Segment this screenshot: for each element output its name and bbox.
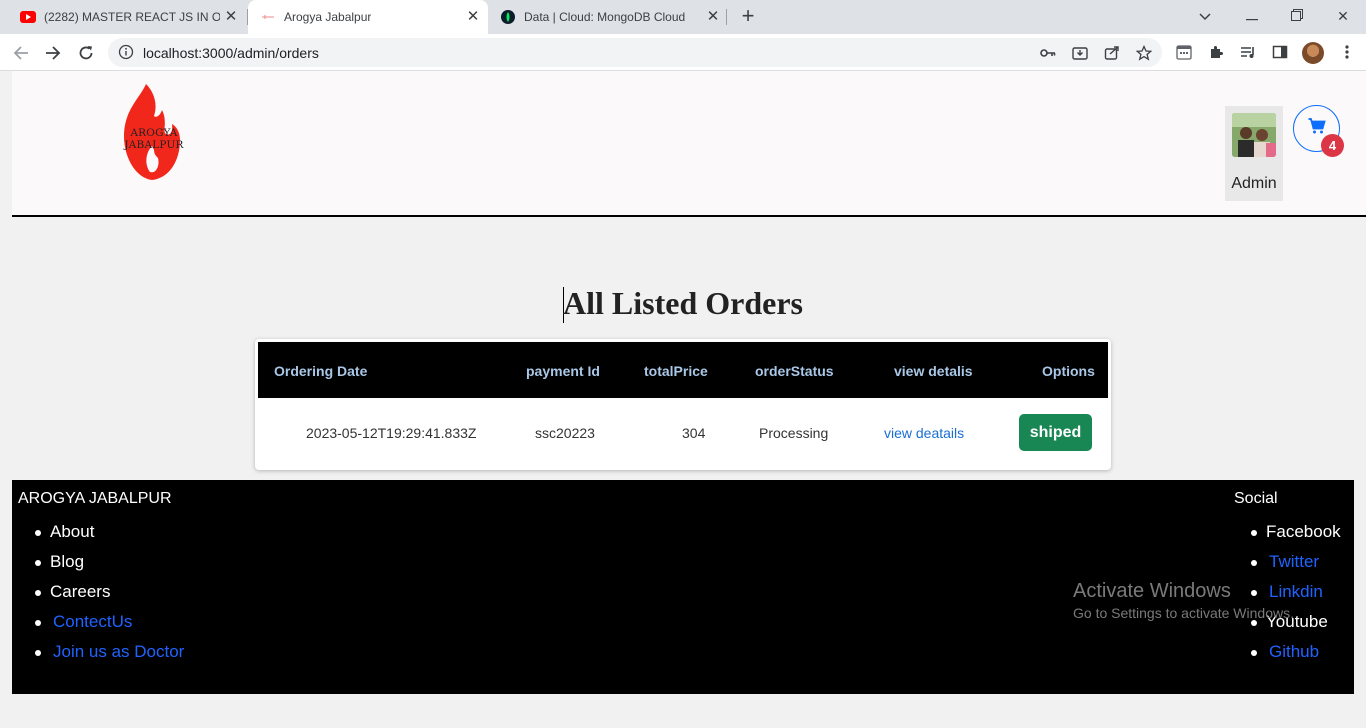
close-window-button[interactable]: ✕ <box>1331 4 1355 28</box>
order-date-cell: 2023-05-12T19:29:41.833Z <box>306 425 477 441</box>
table-header: Ordering Date payment Id totalPrice orde… <box>258 342 1108 398</box>
tab-strip: (2282) MASTER REACT JS IN ONE ✕ Arogya J… <box>0 0 1366 34</box>
social-link-twitter[interactable]: Twitter <box>1228 550 1341 580</box>
bookmark-star-icon[interactable] <box>1134 43 1154 63</box>
site-info-icon[interactable] <box>118 44 134 65</box>
site-favicon-icon <box>260 9 276 25</box>
page-title: All Listed Orders <box>563 285 803 321</box>
calendar-extension-icon[interactable] <box>1174 42 1194 62</box>
extensions-puzzle-icon[interactable] <box>1206 42 1226 62</box>
side-panel-icon[interactable] <box>1270 42 1290 62</box>
site-logo[interactable]: AROGYA JABALPUR <box>106 84 202 182</box>
order-status-cell: Processing <box>759 425 829 441</box>
tab-title: (2282) MASTER REACT JS IN ONE <box>44 10 220 24</box>
payment-id-cell: ssc20223 <box>535 425 595 441</box>
new-tab-button[interactable]: + <box>736 5 760 29</box>
column-header: Ordering Date <box>274 363 368 379</box>
close-tab-icon[interactable]: ✕ <box>222 8 240 26</box>
admin-avatar <box>1232 113 1276 157</box>
restore-button[interactable] <box>1285 4 1309 28</box>
page-content: AROGYA JABALPUR Admin 4 All Listed Order… <box>0 71 1366 728</box>
address-bar[interactable]: localhost:3000/admin/orders <box>108 38 1162 67</box>
close-tab-icon[interactable]: ✕ <box>704 8 722 26</box>
orders-table: Ordering Date payment Id totalPrice orde… <box>255 339 1111 470</box>
column-header: payment Id <box>526 363 600 379</box>
url-text: localhost:3000/admin/orders <box>143 45 319 61</box>
more-menu-icon[interactable] <box>1337 42 1357 62</box>
share-icon[interactable] <box>1102 43 1122 63</box>
profile-avatar[interactable] <box>1302 42 1324 64</box>
tab-search-chevron-icon[interactable] <box>1193 4 1217 28</box>
tab-youtube[interactable]: (2282) MASTER REACT JS IN ONE ✕ <box>8 0 246 34</box>
tab-title: Data | Cloud: MongoDB Cloud <box>524 10 686 24</box>
total-price-cell: 304 <box>682 425 706 441</box>
site-header: AROGYA JABALPUR Admin 4 <box>12 71 1366 217</box>
view-details-link[interactable]: view deatails <box>884 425 964 441</box>
tab-title: Arogya Jabalpur <box>284 10 372 24</box>
watermark-subtitle: Go to Settings to activate Windows. <box>1073 605 1294 621</box>
install-app-icon[interactable] <box>1070 43 1090 63</box>
browser-toolbar: localhost:3000/admin/orders <box>0 34 1366 71</box>
footer-link-about[interactable]: About <box>12 520 184 550</box>
column-header: totalPrice <box>644 363 708 379</box>
footer-social-heading: Social <box>1234 490 1278 507</box>
column-header: Options <box>1042 363 1095 379</box>
tab-separator <box>726 9 727 25</box>
admin-label: Admin <box>1231 175 1277 192</box>
activate-windows-watermark: Activate Windows Go to Settings to activ… <box>1073 580 1294 621</box>
logo-text: AROGYA JABALPUR <box>124 127 184 151</box>
tab-arogya[interactable]: Arogya Jabalpur ✕ <box>248 0 488 34</box>
footer-link-blog[interactable]: Blog <box>12 550 184 580</box>
footer-links: About Blog Careers ContectUs Join us as … <box>12 520 184 670</box>
footer-link-contact[interactable]: ContectUs <box>12 610 184 640</box>
footer-link-careers[interactable]: Careers <box>12 580 184 610</box>
reload-icon[interactable] <box>73 40 99 66</box>
media-playlist-icon[interactable] <box>1238 42 1258 62</box>
shopping-cart-icon <box>1308 118 1326 139</box>
watermark-title: Activate Windows <box>1073 580 1231 602</box>
minimize-button[interactable] <box>1240 4 1264 28</box>
shiped-button[interactable]: shiped <box>1019 414 1092 451</box>
column-header: orderStatus <box>755 363 834 379</box>
key-icon[interactable] <box>1038 43 1058 63</box>
column-header: view detalis <box>894 363 973 379</box>
footer-link-join-doctor[interactable]: Join us as Doctor <box>12 640 184 670</box>
tab-mongodb[interactable]: Data | Cloud: MongoDB Cloud ✕ <box>488 0 728 34</box>
cart-count-badge: 4 <box>1321 134 1344 157</box>
social-link-facebook[interactable]: Facebook <box>1228 520 1341 550</box>
youtube-icon <box>20 9 36 25</box>
social-link-github[interactable]: Github <box>1228 640 1341 670</box>
forward-arrow-icon[interactable] <box>40 40 66 66</box>
footer-brand: AROGYA JABALPUR <box>18 490 172 507</box>
back-arrow-icon[interactable] <box>8 40 34 66</box>
close-tab-icon[interactable]: ✕ <box>464 8 482 26</box>
mongodb-leaf-icon <box>500 9 516 25</box>
admin-profile[interactable]: Admin <box>1225 106 1283 201</box>
